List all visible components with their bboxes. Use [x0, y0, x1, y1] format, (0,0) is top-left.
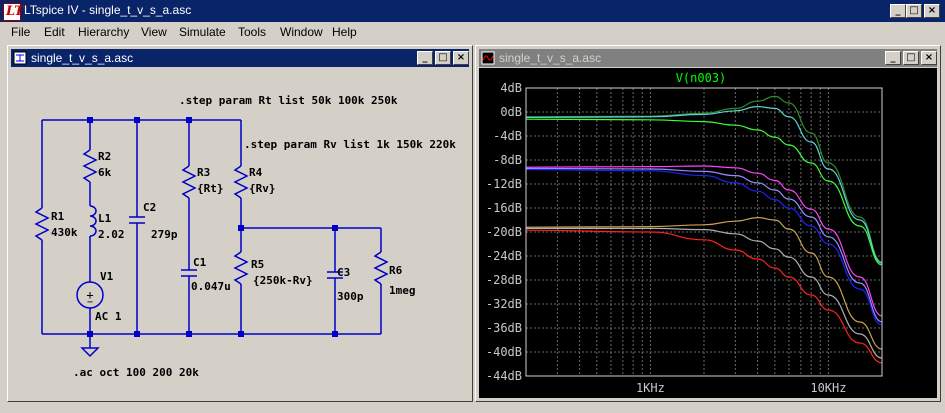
waveform-plot-area[interactable]: V(n003) 4dB 0dB -4dB -8dB -12dB -16dB -20dB -24…	[479, 68, 937, 398]
waveform-title: single_t_v_s_a.asc	[499, 51, 602, 65]
y-tick-label: -40dB	[486, 345, 522, 359]
r1-name: R1	[51, 210, 65, 223]
y-tick-label: -12dB	[486, 177, 522, 191]
chart-grid	[525, 87, 883, 377]
c2-value: 279p	[151, 228, 178, 241]
schematic-drawing: + − .step param Rt list 50k 100k 250k .s…	[34, 94, 456, 379]
ac-directive: .ac oct 100 200 20k	[73, 366, 199, 379]
y-tick-label: -44dB	[486, 369, 522, 383]
waveform-chart[interactable]: V(n003) 4dB 0dB -4dB -8dB -12dB -16dB -20dB -24…	[479, 68, 937, 398]
menu-help[interactable]: Help	[332, 25, 357, 39]
waveform-window[interactable]: single_t_v_s_a.asc _ □ × V(n003) 4dB 0dB -…	[475, 45, 941, 402]
y-tick-label: -24dB	[486, 249, 522, 263]
schematic-icon	[13, 51, 27, 65]
r6-value: 1meg	[389, 284, 416, 297]
menu-hierarchy[interactable]: Hierarchy	[78, 25, 129, 39]
minimize-button[interactable]: _	[890, 4, 906, 18]
waveform-icon	[481, 51, 495, 65]
y-tick-label: -28dB	[486, 273, 522, 287]
schematic-title-bar[interactable]: single_t_v_s_a.asc _ □ ×	[11, 49, 469, 67]
y-tick-label: 4dB	[500, 81, 522, 95]
c1-name: C1	[193, 256, 207, 269]
maximize-button[interactable]: □	[906, 4, 922, 18]
v1-name: V1	[100, 270, 114, 283]
y-tick-label: -4dB	[493, 129, 522, 143]
schematic-title: single_t_v_s_a.asc	[31, 51, 134, 65]
app-title-bar: LT LTspice IV - single_t_v_s_a.asc _ □ ×	[0, 0, 945, 22]
r5-value: {250k-Rv}	[253, 274, 313, 287]
l1-name: L1	[98, 212, 112, 225]
r5-name: R5	[251, 258, 264, 271]
menu-simulate[interactable]: Simulate	[179, 25, 226, 39]
y-axis-ticks: 4dB 0dB -4dB -8dB -12dB -16dB -20dB -24dB -28dB -…	[486, 81, 522, 383]
v1-value: AC 1	[95, 310, 122, 323]
y-tick-label: 0dB	[500, 105, 522, 119]
menu-view[interactable]: View	[141, 25, 167, 39]
svg-text:−: −	[87, 297, 93, 308]
r4-value: {Rv}	[249, 182, 276, 195]
c3-name: C3	[337, 266, 350, 279]
app-title: LTspice IV - single_t_v_s_a.asc	[24, 3, 192, 17]
y-tick-label: -16dB	[486, 201, 522, 215]
step-rt-directive: .step param Rt list 50k 100k 250k	[179, 94, 398, 107]
l1-value: 2.02	[98, 228, 125, 241]
close-button[interactable]: ×	[924, 4, 940, 18]
x-tick-label: 1KHz	[636, 381, 665, 395]
r2-name: R2	[98, 150, 111, 163]
waveform-minimize-button[interactable]: _	[885, 51, 901, 65]
schematic-window[interactable]: single_t_v_s_a.asc _ □ × + − .step param…	[7, 45, 473, 402]
step-rv-directive: .step param Rv list 1k 150k 220k	[244, 138, 456, 151]
ltspice-app-icon[interactable]: LT	[3, 3, 24, 21]
y-tick-label: -36dB	[486, 321, 522, 335]
x-tick-label: 10KHz	[810, 381, 846, 395]
y-tick-label: -32dB	[486, 297, 522, 311]
r2-value: 6k	[98, 166, 112, 179]
c1-value: 0.047u	[191, 280, 231, 293]
r6-name: R6	[389, 264, 403, 277]
waveform-close-button[interactable]: ×	[921, 51, 937, 65]
c2-name: C2	[143, 201, 156, 214]
r1-value: 430k	[51, 226, 78, 239]
menu-file[interactable]: File	[11, 25, 30, 39]
chart-title[interactable]: V(n003)	[676, 71, 727, 85]
menu-tools[interactable]: Tools	[238, 25, 266, 39]
schematic-canvas[interactable]: + − .step param Rt list 50k 100k 250k .s…	[11, 68, 471, 400]
schematic-close-button[interactable]: ×	[453, 51, 469, 65]
y-tick-label: -20dB	[486, 225, 522, 239]
waveform-maximize-button[interactable]: □	[903, 51, 919, 65]
menu-edit[interactable]: Edit	[44, 25, 65, 39]
y-tick-label: -8dB	[493, 153, 522, 167]
menu-bar: File Edit Hierarchy View Simulate Tools …	[0, 22, 945, 42]
r4-name: R4	[249, 166, 263, 179]
waveform-title-bar[interactable]: single_t_v_s_a.asc _ □ ×	[479, 49, 937, 67]
r3-value: {Rt}	[197, 182, 224, 195]
menu-window[interactable]: Window	[280, 25, 323, 39]
schematic-minimize-button[interactable]: _	[417, 51, 433, 65]
x-axis-ticks: 1KHz 10KHz	[636, 381, 847, 395]
schematic-maximize-button[interactable]: □	[435, 51, 451, 65]
c3-value: 300p	[337, 290, 364, 303]
r3-name: R3	[197, 166, 210, 179]
